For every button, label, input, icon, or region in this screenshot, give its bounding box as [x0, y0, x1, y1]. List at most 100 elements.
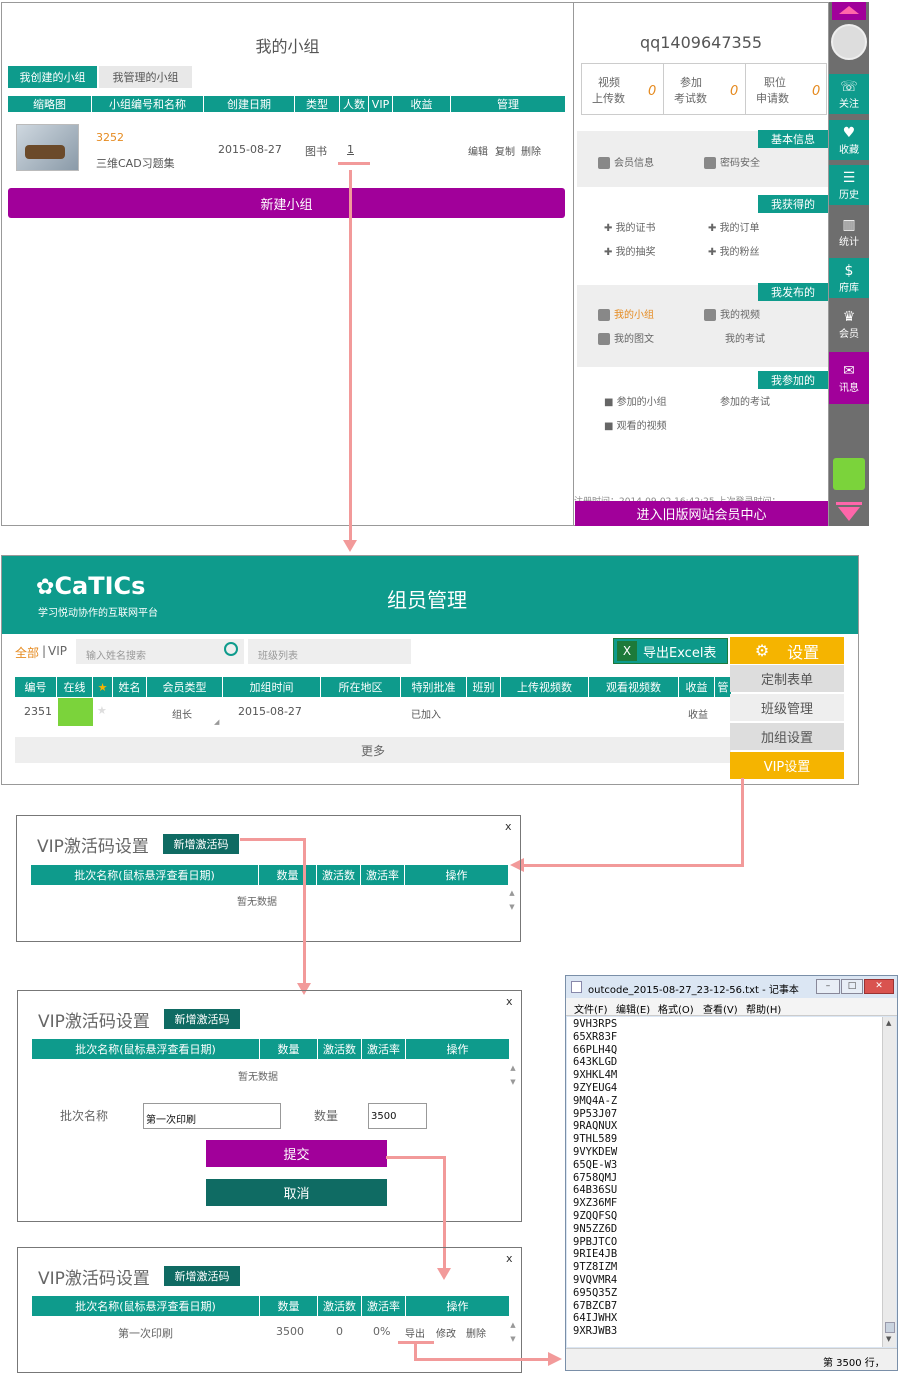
- menu-format[interactable]: 格式(O): [658, 1001, 694, 1016]
- col-batch-name: 批次名称(鼠标悬浮查看日期): [32, 1039, 260, 1059]
- group-name[interactable]: 三维CAD习题集: [96, 155, 175, 171]
- my-exams-link[interactable]: 我的考试: [725, 330, 765, 345]
- star-toggle-icon[interactable]: ★: [97, 704, 107, 717]
- cancel-button[interactable]: 取消: [206, 1179, 387, 1206]
- batch-name-input[interactable]: 第一次印刷: [143, 1103, 281, 1129]
- link-label: 我的订单: [719, 223, 760, 234]
- watched-videos-link[interactable]: ■ 观看的视频: [604, 417, 667, 432]
- document-icon: [598, 333, 610, 345]
- add-activation-code-button[interactable]: 新增激活码: [164, 1266, 240, 1286]
- batch-quantity: 3500: [276, 1325, 304, 1338]
- notepad-title-bar[interactable]: outcode_2015-08-27_23-12-56.txt - 记事本 – …: [566, 976, 897, 998]
- joined-exams-link[interactable]: 参加的考试: [720, 393, 770, 408]
- my-groups-link[interactable]: 我的小组: [598, 306, 654, 321]
- submit-button[interactable]: 提交: [206, 1140, 387, 1167]
- sidebar-item-history[interactable]: ☰ 历史: [829, 165, 869, 205]
- password-security-link[interactable]: 密码安全: [704, 154, 760, 169]
- group-thumbnail[interactable]: [16, 124, 79, 171]
- more-button[interactable]: 更多: [15, 737, 731, 763]
- settings-button[interactable]: ⚙ 设置: [730, 637, 844, 664]
- code-line: 9MQ4A-Z: [573, 1094, 618, 1107]
- menu-class-management[interactable]: 班级管理: [730, 694, 844, 721]
- vertical-scrollbar[interactable]: ▲ ▼: [882, 1017, 896, 1347]
- menu-join-settings[interactable]: 加组设置: [730, 723, 844, 750]
- minimize-icon[interactable]: –: [816, 979, 840, 994]
- member-info-link[interactable]: 会员信息: [598, 154, 654, 169]
- menu-view[interactable]: 查看(V): [703, 1001, 738, 1016]
- modify-link[interactable]: 修改: [436, 1325, 456, 1340]
- collapse-up-icon[interactable]: [832, 2, 866, 20]
- avatar[interactable]: [831, 24, 867, 60]
- my-lottery-link[interactable]: ✚ 我的抽奖: [604, 243, 656, 258]
- flow-connector: [349, 170, 352, 540]
- tab-my-managed-groups[interactable]: 我管理的小组: [99, 66, 192, 88]
- group-member-count[interactable]: 1: [347, 143, 354, 156]
- catics-logo[interactable]: ✿CaTICs: [36, 572, 145, 600]
- member-income[interactable]: 收益: [688, 706, 708, 721]
- close-icon[interactable]: ✕: [864, 979, 894, 994]
- new-group-button[interactable]: 新建小组: [8, 188, 565, 218]
- add-activation-code-button[interactable]: 新增激活码: [163, 834, 239, 854]
- star-icon[interactable]: ★: [93, 677, 113, 697]
- scroll-down-icon[interactable]: ▼: [886, 1335, 891, 1343]
- menu-file[interactable]: 文件(F): [574, 1001, 608, 1016]
- maximize-icon[interactable]: □: [841, 979, 863, 994]
- stat-videos[interactable]: 视频 上传数 0: [582, 64, 664, 114]
- menu-custom-form[interactable]: 定制表单: [730, 665, 844, 692]
- class-list-dropdown[interactable]: 班级列表: [248, 639, 411, 664]
- batch-activated: 0: [336, 1325, 343, 1338]
- sidebar-item-treasury[interactable]: $ 府库: [829, 258, 869, 298]
- scrollbar[interactable]: ▲ ▼: [507, 1061, 519, 1089]
- link-label: 我的视频: [720, 310, 760, 321]
- close-icon[interactable]: x: [506, 995, 513, 1008]
- close-icon[interactable]: x: [505, 820, 512, 833]
- group-id[interactable]: 3252: [96, 131, 124, 144]
- stat-jobs[interactable]: 职位 申请数 0: [746, 64, 828, 114]
- notepad-text-area[interactable]: 9VH3RPS 65XR83F 66PLH4Q 643KLGD 9XHKL4M 9ZYEU…: [567, 1017, 882, 1347]
- search-icon[interactable]: [224, 642, 238, 656]
- scroll-thumb[interactable]: [885, 1322, 895, 1333]
- quantity-input[interactable]: 3500: [368, 1103, 427, 1129]
- scrollbar[interactable]: ▲ ▼: [507, 1318, 519, 1346]
- old-member-center-button[interactable]: 进入旧版网站会员中心: [575, 501, 828, 526]
- code-line: 67BZCB7: [573, 1299, 618, 1312]
- my-orders-link[interactable]: ✚ 我的订单: [708, 219, 760, 234]
- col-rate: 激活率: [362, 1039, 406, 1059]
- sidebar-item-follow[interactable]: ☏ 关注: [829, 74, 869, 114]
- sidebar-item-membership[interactable]: ♛ 会员: [829, 304, 869, 344]
- sidebar-item-stats[interactable]: ▥ 统计: [829, 212, 869, 252]
- menu-help[interactable]: 帮助(H): [746, 1001, 781, 1016]
- sidebar-item-messages[interactable]: ✉ 讯息: [829, 352, 869, 404]
- search-input[interactable]: 输入姓名搜索: [76, 639, 244, 664]
- close-icon[interactable]: x: [506, 1252, 513, 1265]
- joined-groups-link[interactable]: ■ 参加的小组: [604, 393, 667, 408]
- site-logo-icon[interactable]: [833, 458, 865, 490]
- col-activated: 激活数: [318, 1039, 362, 1059]
- export-link[interactable]: 导出: [405, 1325, 425, 1340]
- my-fans-link[interactable]: ✚ 我的粉丝: [708, 243, 760, 258]
- scrollbar[interactable]: ▲ ▼: [506, 886, 518, 914]
- line-status: 第 3500 行，: [823, 1358, 885, 1369]
- delete-link[interactable]: 删除: [521, 143, 541, 158]
- col-rate: 激活率: [361, 865, 405, 885]
- filter-all[interactable]: 全部: [15, 644, 39, 661]
- copy-link[interactable]: 复制: [495, 143, 515, 158]
- my-articles-link[interactable]: 我的图文: [598, 330, 654, 345]
- filter-vip[interactable]: VIP: [48, 644, 67, 658]
- menu-vip-settings[interactable]: VIP设置: [730, 752, 844, 779]
- my-videos-link[interactable]: 我的视频: [704, 306, 760, 321]
- code-line: 643KLGD: [573, 1056, 618, 1069]
- edit-link[interactable]: 编辑: [468, 143, 488, 158]
- add-activation-code-button[interactable]: 新增激活码: [164, 1009, 240, 1029]
- sidebar-item-favorites[interactable]: ♥ 收藏: [829, 120, 869, 160]
- tab-my-created-groups[interactable]: 我创建的小组: [8, 66, 97, 88]
- export-label: 导出Excel表: [643, 645, 717, 661]
- delete-link[interactable]: 删除: [466, 1325, 486, 1340]
- my-certificates-link[interactable]: ✚ 我的证书: [604, 219, 656, 234]
- export-excel-button[interactable]: X 导出Excel表: [613, 638, 728, 664]
- menu-edit[interactable]: 编辑(E): [616, 1001, 650, 1016]
- back-to-top-icon[interactable]: [834, 502, 864, 524]
- stat-exams[interactable]: 参加 考试数 0: [664, 64, 746, 114]
- scroll-up-icon[interactable]: ▲: [886, 1019, 891, 1027]
- link-label: 参加的小组: [616, 397, 667, 408]
